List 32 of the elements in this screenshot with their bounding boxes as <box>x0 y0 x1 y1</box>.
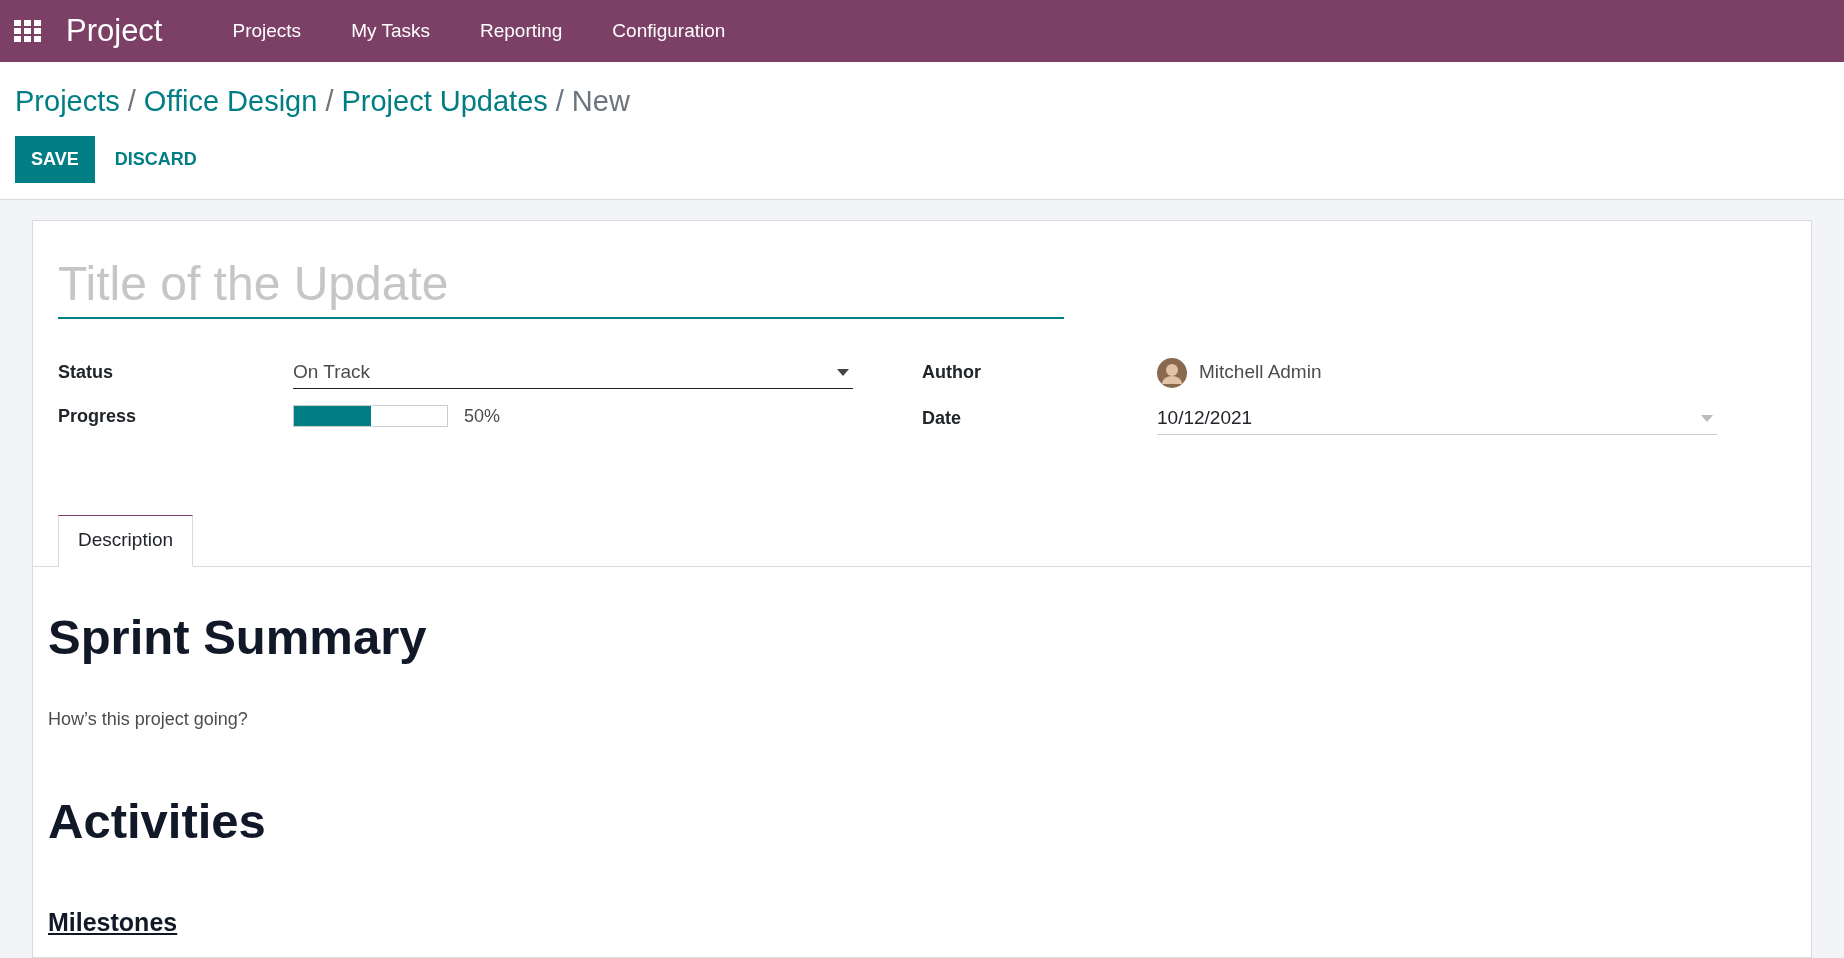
breadcrumb-separator: / <box>555 84 564 119</box>
menu-item[interactable]: Configuration <box>587 16 751 46</box>
content-paragraph: How’s this project going? <box>48 707 249 731</box>
author-name[interactable]: Mitchell Admin <box>1199 358 1322 387</box>
apps-grid-icon[interactable] <box>14 20 42 42</box>
save-button[interactable]: SAVE <box>15 135 95 183</box>
breadcrumb-link[interactable]: Office Design <box>143 80 318 124</box>
menu-item[interactable]: Reporting <box>454 16 588 46</box>
menu-item[interactable]: My Tasks <box>326 16 455 46</box>
breadcrumb-link[interactable]: Projects <box>15 80 120 124</box>
breadcrumb-separator: / <box>325 84 334 119</box>
discard-button[interactable]: DISCARD <box>98 135 213 183</box>
date-field[interactable]: 10/12/2021 <box>1157 402 1717 435</box>
tab[interactable]: Description <box>58 514 194 567</box>
title-input[interactable]: Title of the Update <box>58 250 1064 319</box>
breadcrumb-link[interactable]: Project Updates <box>341 80 548 124</box>
field-label: Progress <box>58 404 138 428</box>
field-label: Status <box>58 361 114 384</box>
app-name[interactable]: Project <box>66 7 163 55</box>
content-heading: Activities <box>48 792 267 850</box>
caret-icon <box>837 368 849 376</box>
field-label: Date <box>922 407 962 430</box>
caret-icon <box>1701 414 1713 422</box>
breadcrumb-separator: / <box>127 84 136 119</box>
content-subheading: Milestones <box>48 907 179 938</box>
status-select[interactable]: On Track <box>293 356 853 389</box>
avatar-icon <box>1157 357 1187 388</box>
menu-item[interactable]: Projects <box>207 16 327 46</box>
progress-value: 50% <box>464 404 501 428</box>
content-heading: Sprint Summary <box>48 608 428 666</box>
field-label: Author <box>922 361 982 384</box>
breadcrumb-current: New <box>571 84 630 119</box>
